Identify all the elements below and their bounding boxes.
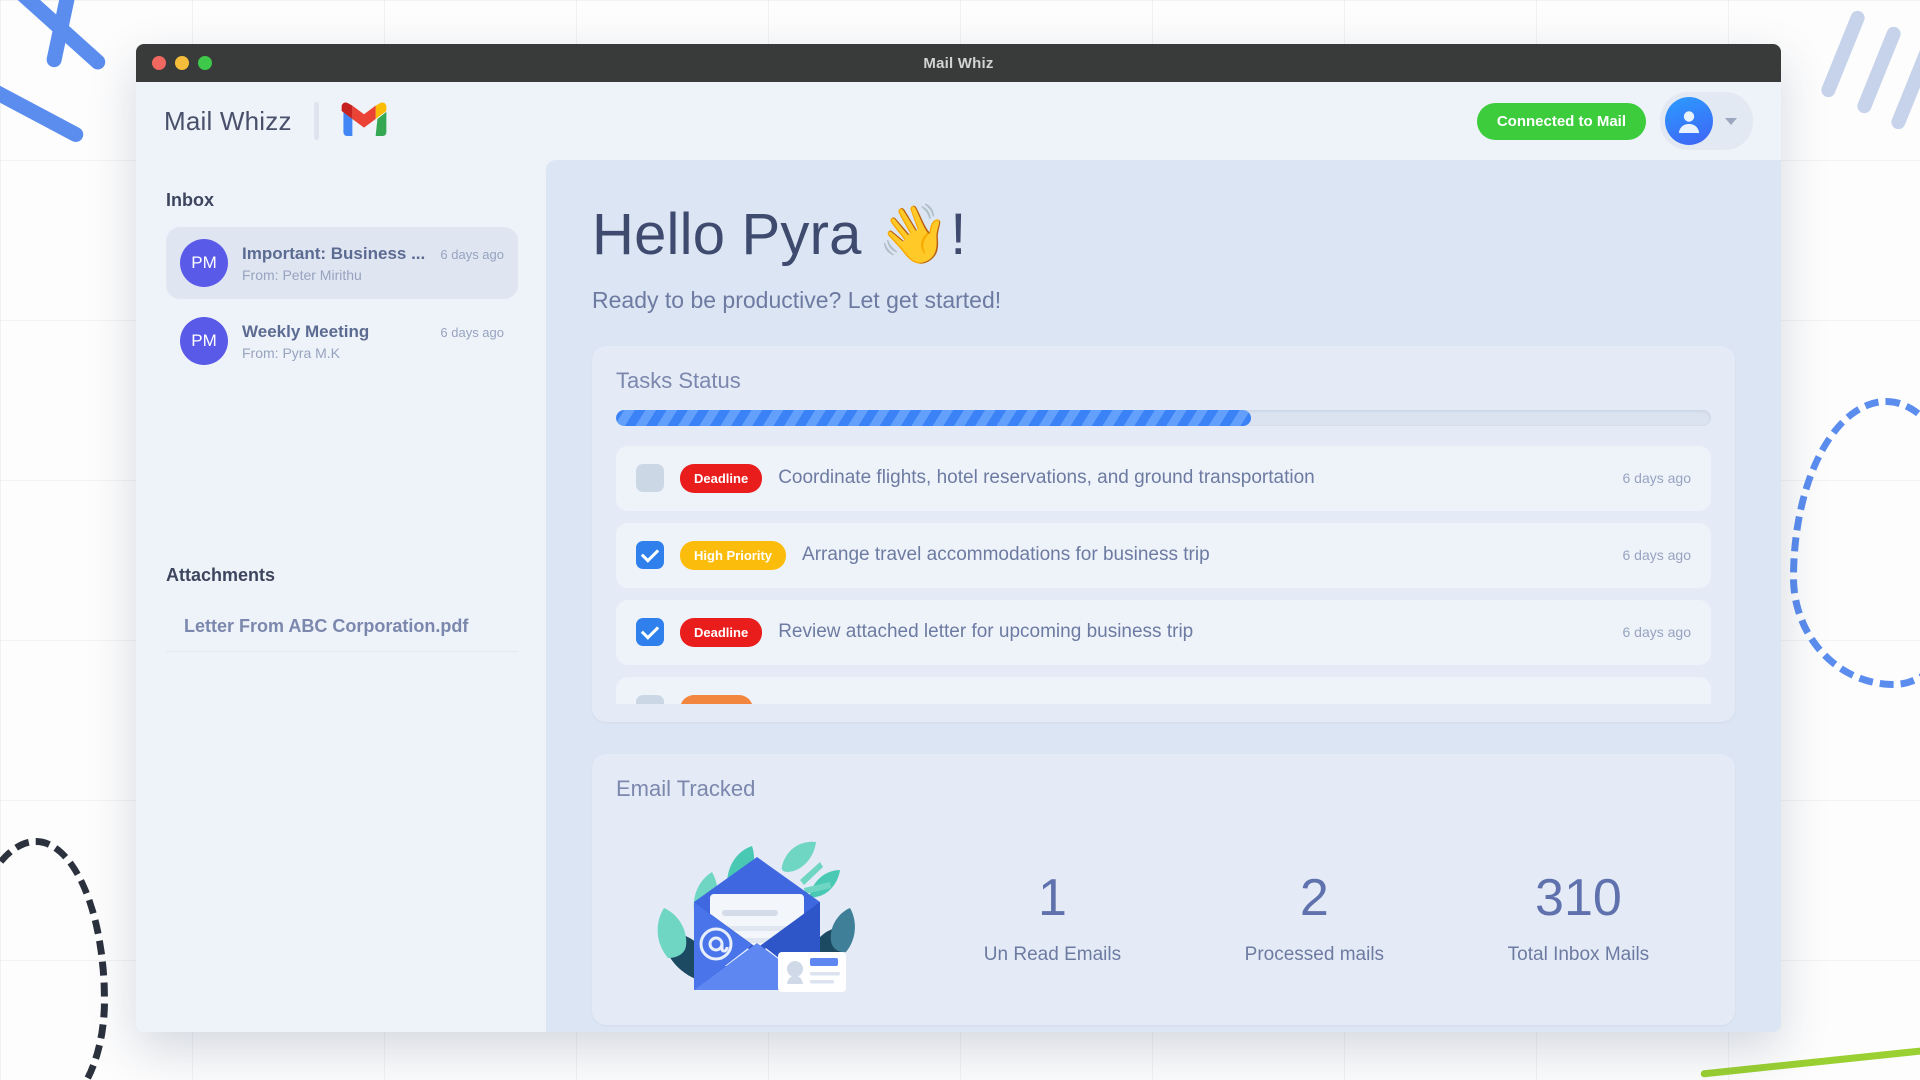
decoration-dashed-blob-right [1790,398,1920,688]
task-checkbox[interactable] [636,695,664,704]
task-row[interactable]: High Priority Arrange travel accommodati… [616,522,1711,588]
mail-list-item[interactable]: PM Weekly Meeting 6 days ago From: Pyra … [166,305,518,377]
sidebar: Inbox PM Important: Business ... 6 days … [136,160,546,1032]
main-content: Hello Pyra 👋! Ready to be productive? Le… [546,160,1781,1032]
mail-list-item[interactable]: PM Important: Business ... 6 days ago Fr… [166,227,518,299]
stat-processed: 2 Processed mails [1245,872,1384,966]
stat-value: 1 [1037,869,1067,928]
mail-avatar: PM [180,239,228,287]
task-timestamp: 6 days ago [1622,624,1692,641]
stat-value: 2 [1299,869,1329,928]
mail-subject: Important: Business ... [242,243,426,263]
open-envelope-illustration [616,832,882,1007]
mail-subject-row: Important: Business ... 6 days ago [242,244,504,264]
email-tracked-body: 1 Un Read Emails 2 Processed mails 310 T… [616,818,1711,1007]
mail-text: Important: Business ... 6 days ago From:… [242,244,504,283]
task-row[interactable]: Normal [616,676,1711,704]
mail-subject-row: Weekly Meeting 6 days ago [242,322,504,342]
app-header: Mail Whizz Connected to Mail [136,82,1781,160]
stat-label: Un Read Emails [983,944,1122,966]
brand-name: Mail Whizz [164,105,292,136]
task-row[interactable]: Deadline Coordinate flights, hotel reser… [616,445,1711,511]
attachments-section: Attachments Letter From ABC Corporation.… [166,565,518,652]
task-text: Coordinate flights, hotel reservations, … [778,467,1315,489]
stat-label: Processed mails [1244,944,1385,966]
chevron-down-icon[interactable] [1725,117,1737,125]
mail-sender: From: Pyra M.K [242,344,341,361]
mail-timestamp: 6 days ago [440,246,504,262]
attachments-heading: Attachments [166,565,276,585]
task-text: Review attached letter for upcoming busi… [778,621,1194,643]
stat-total: 310 Total Inbox Mails [1508,872,1650,966]
stat-label: Total Inbox Mails [1507,944,1650,966]
task-badge: Normal [680,694,753,704]
task-badge: Deadline [680,617,763,647]
task-badge: High Priority [680,540,787,570]
stat-unread: 1 Un Read Emails [984,872,1121,966]
attachment-item[interactable]: Letter From ABC Corporation.pdf [166,602,518,652]
window-title: Mail Whiz [923,54,994,72]
page-subtitle: Ready to be productive? Let get started! [592,286,1002,313]
mail-subject: Weekly Meeting [242,321,370,341]
tasks-status-title: Tasks Status [616,367,741,393]
stat-value: 310 [1535,869,1622,928]
header-right: Connected to Mail [1476,92,1753,150]
task-badge: Deadline [680,463,763,493]
page-title: Hello Pyra 👋! [592,202,967,267]
gmail-logo-icon [341,101,387,141]
tasks-progress-bar [616,409,1711,426]
window-titlebar: Mail Whiz [136,44,1781,82]
user-avatar-icon[interactable] [1665,97,1713,145]
tasks-progress-fill [616,409,1252,426]
account-menu[interactable] [1660,92,1753,150]
task-row[interactable]: Deadline Review attached letter for upco… [616,599,1711,665]
task-checkbox[interactable] [636,464,664,493]
mail-text: Weekly Meeting 6 days ago From: Pyra M.K [242,322,504,361]
brand-divider [313,102,319,140]
mail-sender: From: Peter Mirithu [242,266,362,283]
mail-timestamp: 6 days ago [440,324,504,340]
decoration-dashed-blob-left [0,838,108,1080]
connection-status-badge[interactable]: Connected to Mail [1476,102,1646,140]
task-list: Deadline Coordinate flights, hotel reser… [616,445,1711,704]
task-checkbox[interactable] [636,541,664,570]
inbox-heading: Inbox [166,190,214,210]
page-background: Mail Whiz Mail Whizz Connected to Mail I… [0,0,1920,1080]
app-body: Inbox PM Important: Business ... 6 days … [136,160,1781,1032]
task-text: Arrange travel accommodations for busine… [802,544,1210,566]
app-window: Mail Whiz Mail Whizz Connected to Mail I… [136,44,1781,1032]
tasks-status-card: Tasks Status Deadline Coordinate flights… [592,345,1735,722]
mail-avatar: PM [180,317,228,365]
email-stats: 1 Un Read Emails 2 Processed mails 310 T… [882,872,1711,966]
email-tracked-title: Email Tracked [616,775,756,801]
decoration-green-line [1700,1041,1920,1078]
task-timestamp: 6 days ago [1622,547,1692,564]
task-checkbox[interactable] [636,618,664,647]
task-timestamp: 6 days ago [1622,470,1692,487]
brand: Mail Whizz [164,101,387,141]
email-tracked-card: Email Tracked 1 Un Read Emails 2 Process… [592,753,1735,1025]
